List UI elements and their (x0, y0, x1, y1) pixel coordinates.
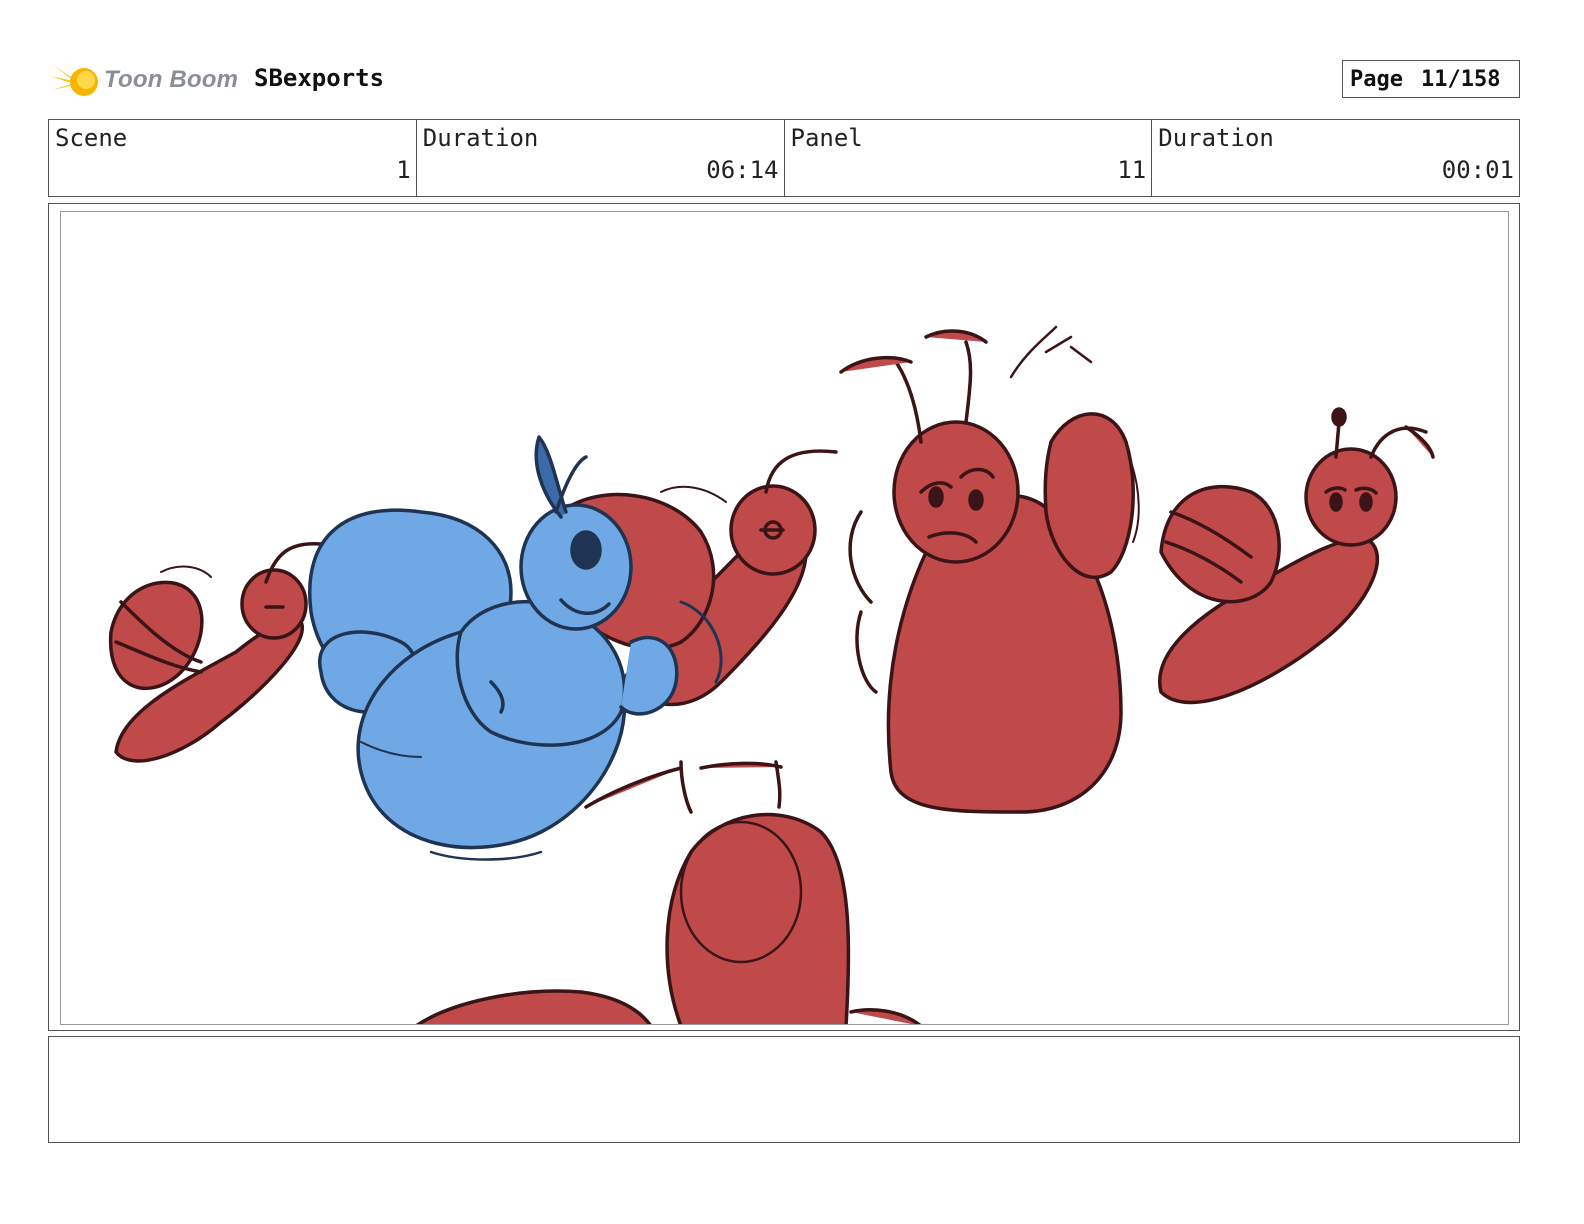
scene-cell: Scene 1 (49, 120, 417, 196)
scene-duration-cell: Duration 06:14 (417, 120, 785, 196)
storyboard-sketch (108, 325, 1435, 1024)
scene-duration-value: 06:14 (706, 156, 779, 184)
toon-boom-logo: Toon Boom (48, 52, 248, 112)
page-label: Page (1350, 66, 1403, 92)
scene-label: Scene (55, 124, 128, 152)
panel-image (60, 211, 1509, 1025)
scene-value: 1 (396, 156, 411, 184)
panel-notes-box[interactable] (48, 1036, 1520, 1143)
storyboard-header: Toon Boom SBexports Page 11/158 (48, 52, 1520, 112)
panel-cell: Panel 11 (785, 120, 1153, 196)
page-indicator: Page 11/158 (1342, 60, 1520, 98)
panel-duration-value: 00:01 (1441, 156, 1514, 184)
page-number: 11/158 (1420, 66, 1501, 92)
red-bug-angry (839, 325, 1140, 814)
panel-frame (48, 203, 1520, 1031)
red-bug-right (1158, 407, 1435, 705)
panel-label: Panel (790, 124, 863, 152)
logo-text: Toon Boom (104, 66, 239, 93)
scene-duration-label: Duration (422, 124, 539, 152)
sunburst-icon (50, 60, 98, 106)
project-title: SBexports (254, 64, 385, 92)
red-bug-left (108, 542, 323, 763)
panel-info-row: Scene 1 Duration 06:14 Panel 11 Duration… (48, 119, 1520, 197)
panel-duration-label: Duration (1158, 124, 1274, 152)
panel-duration-cell: Duration 00:01 (1152, 120, 1519, 196)
panel-value: 11 (1117, 156, 1147, 184)
